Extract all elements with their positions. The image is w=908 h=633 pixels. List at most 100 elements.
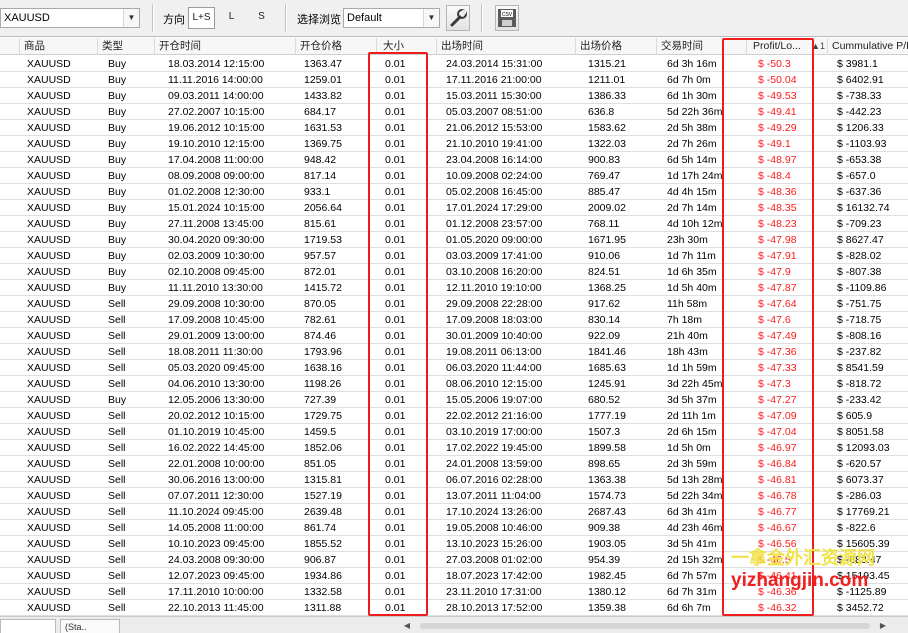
cell-open-price: 906.87 xyxy=(304,554,337,566)
table-row[interactable]: XAUUSD Sell 22.10.2013 11:45:00 1311.88 0.01… xyxy=(0,600,908,616)
table-row[interactable]: XAUUSD Buy 30.04.2020 09:30:00 1719.53 0.01 0… xyxy=(0,232,908,248)
cell-cumulative-pl: $ 605.9 xyxy=(837,410,873,422)
table-row[interactable]: XAUUSD Sell 20.02.2012 10:15:00 1729.75 0.01… xyxy=(0,408,908,424)
table-row[interactable]: XAUUSD Sell 16.02.2022 14:45:00 1852.06 0.01… xyxy=(0,440,908,456)
column-header-open-price[interactable]: 开仓价格 xyxy=(296,38,377,55)
cell-symbol: XAUUSD xyxy=(27,378,71,390)
table-row[interactable]: XAUUSD Sell 14.05.2008 11:00:00 861.74 0.01 1… xyxy=(0,520,908,536)
cell-trade-duration: 1d 5h 0m xyxy=(667,442,711,454)
table-row[interactable]: XAUUSD Sell 17.09.2008 10:45:00 782.61 0.01 1… xyxy=(0,312,908,328)
column-header-open-time[interactable]: 开仓时间 xyxy=(155,38,296,55)
table-row[interactable]: XAUUSD Buy 19.10.2010 12:15:00 1369.75 0.01 2… xyxy=(0,136,908,152)
watermark-url: yizhangjin.com xyxy=(731,570,869,591)
cell-size: 0.01 xyxy=(385,538,406,550)
table-row[interactable]: XAUUSD Sell 22.01.2008 10:00:00 851.05 0.01 2… xyxy=(0,456,908,472)
tab-statistics[interactable]: (Sta.. xyxy=(60,619,120,633)
table-row[interactable]: XAUUSD Sell 05.03.2020 09:45:00 1638.16 0.01… xyxy=(0,360,908,376)
cell-open-time: 17.04.2008 11:00:00 xyxy=(168,154,264,166)
browse-select[interactable]: Default ▼ xyxy=(343,8,440,28)
cell-type: Sell xyxy=(108,458,126,470)
table-row[interactable]: XAUUSD Sell 11.10.2024 09:45:00 2639.48 0.01… xyxy=(0,504,908,520)
sort-ascending-icon: ▲1 xyxy=(811,41,825,51)
cell-symbol: XAUUSD xyxy=(27,490,71,502)
table-row[interactable]: XAUUSD Buy 02.03.2009 10:30:00 957.57 0.01 03… xyxy=(0,248,908,264)
table-row[interactable]: XAUUSD Buy 11.11.2016 14:00:00 1259.01 0.01 1… xyxy=(0,72,908,88)
table-row[interactable]: XAUUSD Sell 04.06.2010 13:30:00 1198.26 0.01… xyxy=(0,376,908,392)
cell-type: Buy xyxy=(108,218,127,230)
table-row[interactable]: XAUUSD Buy 27.02.2007 10:15:00 684.17 0.01 05… xyxy=(0,104,908,120)
cell-size: 0.01 xyxy=(385,554,406,566)
table-row[interactable]: XAUUSD Sell 29.01.2009 13:00:00 874.46 0.01 3… xyxy=(0,328,908,344)
cell-open-price: 870.05 xyxy=(304,298,337,310)
table-row[interactable]: XAUUSD Sell 30.06.2016 13:00:00 1315.81 0.01… xyxy=(0,472,908,488)
cell-trade-duration: 21h 40m xyxy=(667,330,708,342)
horizontal-scrollbar[interactable] xyxy=(420,623,870,629)
cell-open-price: 684.17 xyxy=(304,106,337,118)
table-row[interactable]: XAUUSD Buy 11.11.2010 13:30:00 1415.72 0.01 1… xyxy=(0,280,908,296)
cell-symbol: XAUUSD xyxy=(27,202,71,214)
cell-exit-time: 03.10.2019 17:00:00 xyxy=(446,426,543,438)
direction-option-both[interactable]: L+S xyxy=(188,7,215,29)
table-row[interactable]: XAUUSD Buy 08.09.2008 09:00:00 817.14 0.01 10… xyxy=(0,168,908,184)
symbol-select[interactable]: XAUUSD ▼ xyxy=(0,8,140,28)
cell-size: 0.01 xyxy=(385,602,406,614)
cell-type: Buy xyxy=(108,234,127,246)
column-header-size[interactable]: 大小 xyxy=(377,38,437,55)
chevron-down-icon[interactable]: ▼ xyxy=(123,9,139,27)
table-row[interactable]: XAUUSD Buy 17.04.2008 11:00:00 948.42 0.01 23… xyxy=(0,152,908,168)
cell-open-price: 872.01 xyxy=(304,266,337,278)
settings-button[interactable] xyxy=(446,5,470,31)
cell-exit-time: 24.01.2008 13:59:00 xyxy=(446,458,543,470)
cell-open-price: 1638.16 xyxy=(304,362,342,374)
cell-size: 0.01 xyxy=(385,490,406,502)
cell-exit-price: 885.47 xyxy=(588,186,621,198)
cell-cumulative-pl: $ 3452.72 xyxy=(837,602,884,614)
column-header-cumulative-pl[interactable]: Cummulative P/L xyxy=(828,38,908,55)
export-csv-button[interactable]: CSV xyxy=(495,5,519,31)
scroll-right-icon[interactable]: ▶ xyxy=(876,620,890,632)
table-row[interactable]: XAUUSD Sell 29.09.2008 10:30:00 870.05 0.01 2… xyxy=(0,296,908,312)
cell-symbol: XAUUSD xyxy=(27,218,71,230)
cell-open-price: 851.05 xyxy=(304,458,337,470)
cell-exit-price: 2687.43 xyxy=(588,506,626,518)
direction-option-short[interactable]: S xyxy=(248,7,275,29)
cell-cumulative-pl: $ -237.82 xyxy=(837,346,882,358)
column-header-exit-price[interactable]: 出场价格 xyxy=(576,38,657,55)
cell-size: 0.01 xyxy=(385,58,406,70)
table-row[interactable]: XAUUSD Buy 27.11.2008 13:45:00 815.61 0.01 01… xyxy=(0,216,908,232)
cell-size: 0.01 xyxy=(385,458,406,470)
table-row[interactable]: XAUUSD Buy 18.03.2014 12:15:00 1363.47 0.01 2… xyxy=(0,56,908,72)
direction-option-long[interactable]: L xyxy=(218,7,245,29)
cell-open-time: 19.06.2012 10:15:00 xyxy=(168,122,265,134)
cell-symbol: XAUUSD xyxy=(27,250,71,262)
table-row[interactable]: XAUUSD Buy 15.01.2024 10:15:00 2056.64 0.01 1… xyxy=(0,200,908,216)
cell-type: Sell xyxy=(108,586,126,598)
table-row[interactable]: XAUUSD Buy 02.10.2008 09:45:00 872.01 0.01 03… xyxy=(0,264,908,280)
scroll-left-icon[interactable]: ◀ xyxy=(400,620,414,632)
cell-open-time: 24.03.2008 09:30:00 xyxy=(168,554,265,566)
table-row[interactable]: XAUUSD Buy 12.05.2006 13:30:00 727.39 0.01 15… xyxy=(0,392,908,408)
cell-open-price: 1719.53 xyxy=(304,234,342,246)
table-row[interactable]: XAUUSD Buy 09.03.2011 14:00:00 1433.82 0.01 1… xyxy=(0,88,908,104)
tab-results[interactable] xyxy=(0,619,56,633)
table-row[interactable]: XAUUSD Buy 01.02.2008 12:30:00 933.1 0.01 05.… xyxy=(0,184,908,200)
column-header-trade-duration[interactable]: 交易时间 xyxy=(657,38,747,55)
cell-symbol: XAUUSD xyxy=(27,266,71,278)
cell-open-price: 727.39 xyxy=(304,394,337,406)
column-header-type[interactable]: 类型 xyxy=(98,38,155,55)
cell-size: 0.01 xyxy=(385,378,406,390)
cell-size: 0.01 xyxy=(385,234,406,246)
cell-open-time: 08.09.2008 09:00:00 xyxy=(168,170,265,182)
cell-exit-time: 24.03.2014 15:31:00 xyxy=(446,58,543,70)
cell-exit-price: 1671.95 xyxy=(588,234,626,246)
column-header-exit-time[interactable]: 出场时间 xyxy=(437,38,576,55)
table-row[interactable]: XAUUSD Buy 19.06.2012 10:15:00 1631.53 0.01 2… xyxy=(0,120,908,136)
table-row[interactable]: XAUUSD Sell 07.07.2011 12:30:00 1527.19 0.01… xyxy=(0,488,908,504)
table-row[interactable]: XAUUSD Sell 18.08.2011 11:30:00 1793.96 0.01… xyxy=(0,344,908,360)
cell-open-time: 11.11.2016 14:00:00 xyxy=(168,74,263,86)
column-header-profit-loss[interactable]: Profit/Lo... ▲1 xyxy=(747,38,828,55)
column-header-symbol[interactable]: 商品 xyxy=(20,38,98,55)
cell-open-price: 1433.82 xyxy=(304,90,342,102)
table-row[interactable]: XAUUSD Sell 01.10.2019 10:45:00 1459.5 0.01 0… xyxy=(0,424,908,440)
chevron-down-icon[interactable]: ▼ xyxy=(423,9,439,27)
